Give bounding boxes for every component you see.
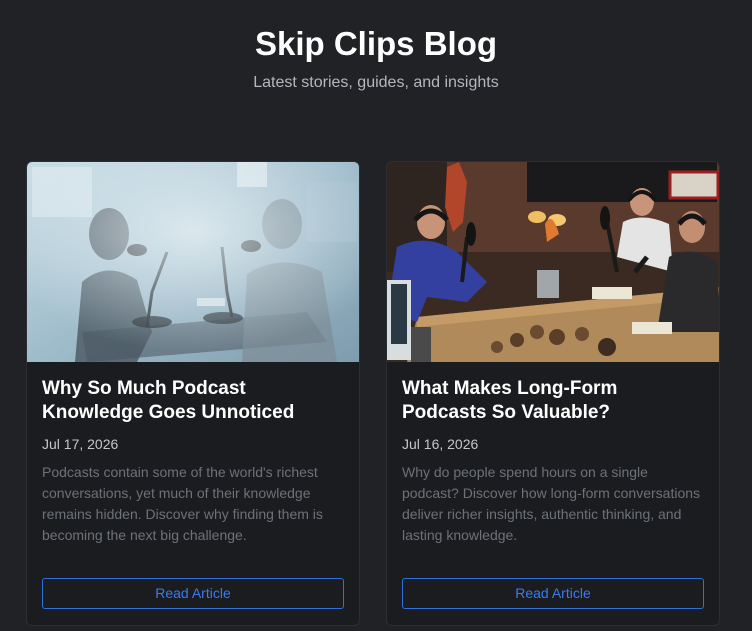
article-card: Why So Much Podcast Knowledge Goes Unnot… bbox=[26, 161, 360, 626]
article-excerpt: Why do people spend hours on a single po… bbox=[402, 464, 701, 543]
article-title[interactable]: What Makes Long-Form Podcasts So Valuabl… bbox=[402, 377, 702, 425]
page-subtitle: Latest stories, guides, and insights bbox=[253, 74, 499, 91]
article-title[interactable]: Why So Much Podcast Knowledge Goes Unnot… bbox=[42, 377, 342, 425]
article-thumbnail[interactable] bbox=[387, 162, 719, 362]
article-excerpt: Podcasts contain some of the world's ric… bbox=[42, 464, 323, 543]
article-card: What Makes Long-Form Podcasts So Valuabl… bbox=[386, 161, 720, 626]
article-thumbnail[interactable] bbox=[27, 162, 359, 362]
read-article-button[interactable]: Read Article bbox=[402, 578, 704, 609]
article-date: Jul 16, 2026 bbox=[402, 436, 479, 452]
read-article-button[interactable]: Read Article bbox=[42, 578, 344, 609]
article-date: Jul 17, 2026 bbox=[42, 436, 119, 452]
page-title: Skip Clips Blog bbox=[254, 25, 498, 62]
